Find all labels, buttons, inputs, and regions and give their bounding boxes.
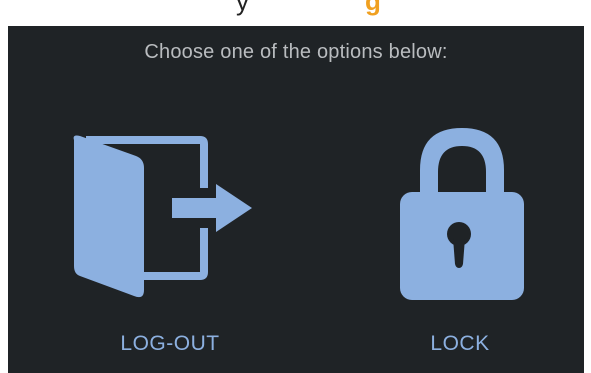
cropped-heading: yg bbox=[0, 0, 591, 26]
dialog-prompt: Choose one of the options below: bbox=[144, 41, 448, 63]
logout-label: LOG-OUT bbox=[120, 332, 220, 355]
cropped-heading-accent: g bbox=[365, 0, 381, 16]
logout-door-icon bbox=[73, 135, 252, 298]
padlock-icon bbox=[400, 128, 524, 300]
lock-option[interactable]: LOCK bbox=[340, 116, 580, 366]
logout-option[interactable]: LOG-OUT bbox=[50, 116, 290, 366]
session-options-dialog: Choose one of the options below: LOG-OUT bbox=[8, 26, 584, 373]
lock-label: LOCK bbox=[430, 332, 490, 355]
cropped-heading-left: y bbox=[236, 0, 249, 16]
page: yg Choose one of the options below: LOG-… bbox=[0, 0, 591, 373]
